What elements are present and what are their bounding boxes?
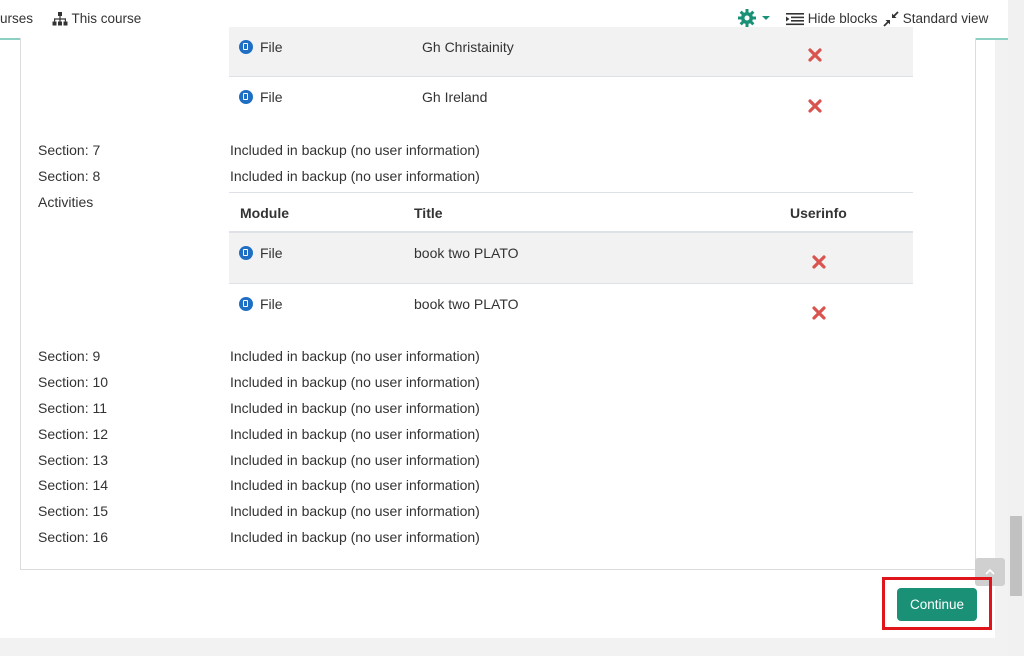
module-cell: File: [239, 89, 283, 105]
section-label: Section: 14: [38, 477, 109, 493]
activities-label: Activities: [38, 194, 94, 210]
section-label: Section: 12: [38, 426, 109, 442]
standard-view-label: Standard view: [902, 11, 989, 26]
cross-icon: [812, 306, 826, 320]
table-row: File Gh Christainity: [229, 27, 913, 77]
title-cell: Gh Christainity: [422, 39, 514, 55]
section-status: Included in backup (no user information): [230, 400, 480, 416]
title-cell: book two PLATO: [414, 245, 519, 261]
section-label: Section: 7: [38, 142, 101, 158]
title-cell: Gh Ireland: [422, 89, 488, 105]
file-icon: [239, 40, 253, 54]
section-status: Included in backup (no user information): [230, 374, 480, 390]
section-label: Section: 11: [38, 400, 108, 416]
title-cell: book two PLATO: [414, 296, 519, 312]
section-label: Section: 9: [38, 348, 101, 364]
section-label: Section: 13: [38, 452, 109, 468]
section-label: Section: 15: [38, 503, 109, 519]
scrollbar-thumb[interactable]: [1010, 516, 1022, 596]
nav-my-courses-link[interactable]: urses: [0, 11, 33, 26]
section-status: Included in backup (no user information): [230, 503, 480, 519]
section-label: Section: 16: [38, 529, 109, 545]
actions-menu-button[interactable]: [737, 8, 771, 28]
standard-view-button[interactable]: Standard view: [883, 11, 989, 28]
sitemap-icon: [52, 12, 68, 26]
hide-blocks-button[interactable]: Hide blocks: [786, 11, 878, 26]
cross-icon: [808, 99, 822, 113]
file-icon: [239, 90, 253, 104]
header-userinfo: Userinfo: [790, 205, 847, 221]
header-title: Title: [414, 205, 443, 221]
cross-icon: [812, 255, 826, 269]
chevron-up-icon: [985, 568, 995, 575]
highlight-box: [882, 577, 992, 630]
module-cell: File: [239, 39, 283, 55]
section-status: Included in backup (no user information): [230, 477, 480, 493]
section-status: Included in backup (no user information): [230, 452, 480, 468]
hide-blocks-label: Hide blocks: [807, 11, 878, 26]
table-header: Module Title Userinfo: [229, 192, 913, 233]
list-collapse-icon: [786, 13, 804, 26]
compress-icon: [883, 11, 899, 28]
main-content: [0, 38, 995, 638]
table-row: File Gh Ireland: [229, 76, 913, 126]
table-row: File book two PLATO: [229, 233, 913, 283]
module-cell: File: [239, 245, 283, 261]
section-status: Included in backup (no user information): [230, 168, 480, 184]
section-label: Section: 10: [38, 374, 109, 390]
file-icon: [239, 246, 253, 260]
cross-icon: [808, 48, 822, 62]
section-status: Included in backup (no user information): [230, 142, 480, 158]
table-row: File book two PLATO: [229, 283, 913, 333]
section-status: Included in backup (no user information): [230, 348, 480, 364]
caret-down-icon: [761, 16, 770, 20]
nav-this-course-label: This course: [71, 11, 142, 26]
section-status: Included in backup (no user information): [230, 529, 480, 545]
gear-icon: [738, 9, 756, 27]
file-icon: [239, 297, 253, 311]
module-cell: File: [239, 296, 283, 312]
nav-this-course-link[interactable]: This course: [52, 11, 141, 26]
section-status: Included in backup (no user information): [230, 426, 480, 442]
section-label: Section: 8: [38, 168, 101, 184]
header-module: Module: [240, 205, 289, 221]
